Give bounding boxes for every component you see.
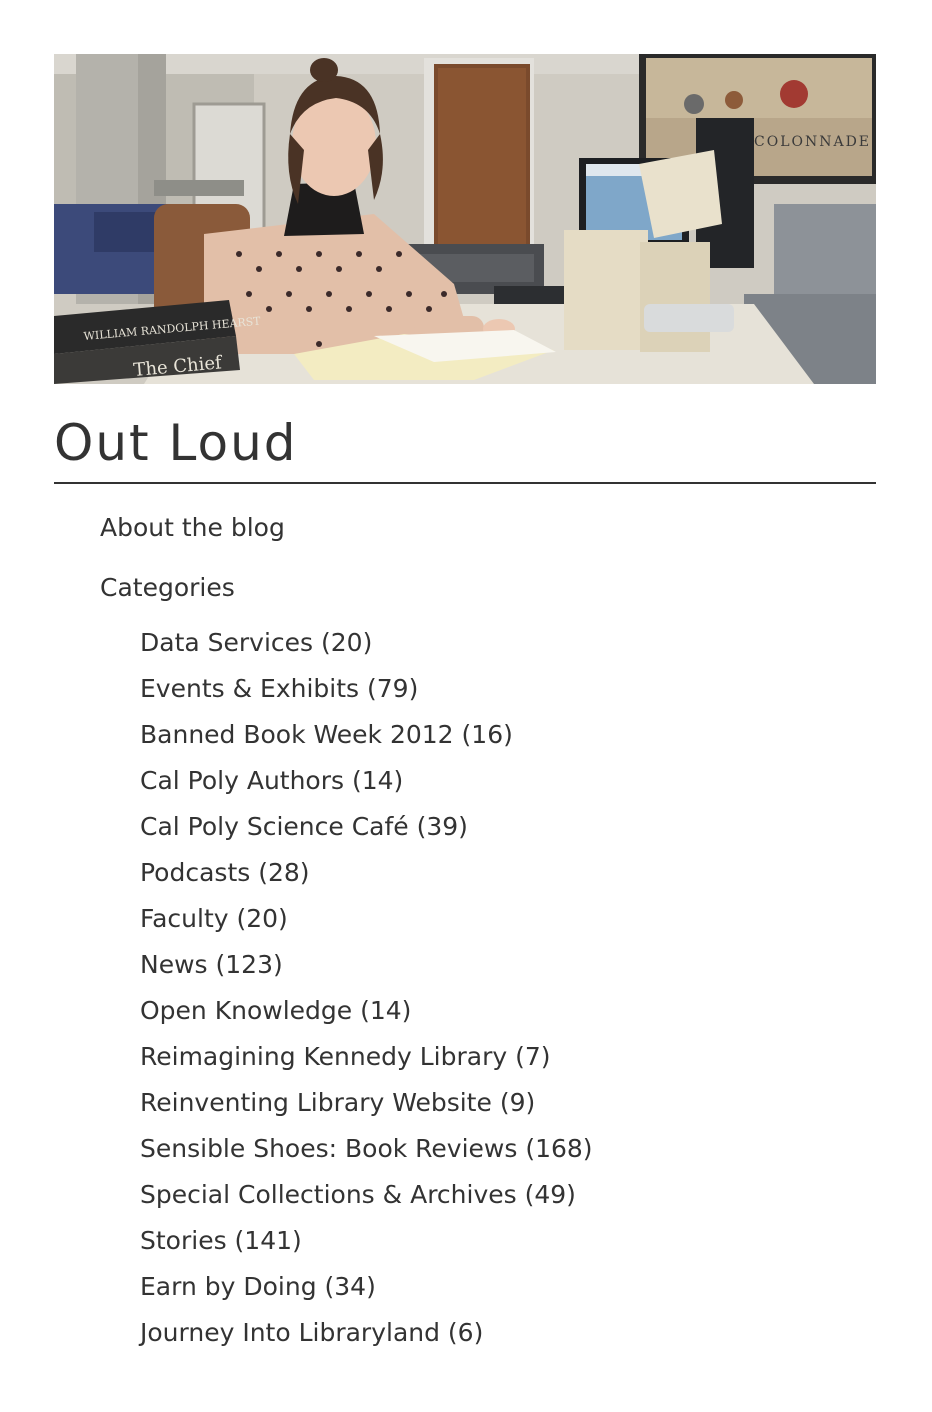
poster-lettering: COLONNADE — [754, 134, 871, 150]
category-item: Banned Book Week 2012 (16) — [140, 712, 876, 758]
category-link-data-services[interactable]: Data Services (20) — [140, 628, 372, 657]
category-item: Podcasts (28) — [140, 850, 876, 896]
category-link-science-cafe[interactable]: Cal Poly Science Café (39) — [140, 812, 468, 841]
about-blog-link[interactable]: About the blog — [100, 506, 876, 550]
category-item: Journey Into Libraryland (6) — [140, 1310, 876, 1356]
category-link-cal-poly-authors[interactable]: Cal Poly Authors (14) — [140, 766, 403, 795]
category-link-events-exhibits[interactable]: Events & Exhibits (79) — [140, 674, 418, 703]
category-link-open-knowledge[interactable]: Open Knowledge (14) — [140, 996, 411, 1025]
category-link-banned-book-week[interactable]: Banned Book Week 2012 (16) — [140, 720, 513, 749]
category-link-earn-by-doing[interactable]: Earn by Doing (34) — [140, 1272, 376, 1301]
category-link-podcasts[interactable]: Podcasts (28) — [140, 858, 310, 887]
category-item: Faculty (20) — [140, 896, 876, 942]
category-item: News (123) — [140, 942, 876, 988]
blog-title: Out Loud — [54, 414, 298, 472]
category-list: Data Services (20) Events & Exhibits (79… — [140, 620, 876, 1356]
category-link-stories[interactable]: Stories (141) — [140, 1226, 302, 1255]
banner-illustration: COLONNADE WILLIAM RANDOLPH HEARST The Ch… — [54, 54, 876, 384]
category-link-journey-libraryland[interactable]: Journey Into Libraryland (6) — [140, 1318, 483, 1347]
title-divider — [54, 482, 876, 484]
category-item: Reimagining Kennedy Library (7) — [140, 1034, 876, 1080]
category-item: Special Collections & Archives (49) — [140, 1172, 876, 1218]
category-item: Reinventing Library Website (9) — [140, 1080, 876, 1126]
category-item: Stories (141) — [140, 1218, 876, 1264]
category-item: Earn by Doing (34) — [140, 1264, 876, 1310]
category-item: Cal Poly Authors (14) — [140, 758, 876, 804]
blog-navigation: About the blog Categories Data Services … — [100, 506, 876, 1356]
banner-photo: COLONNADE WILLIAM RANDOLPH HEARST The Ch… — [54, 54, 876, 384]
category-item: Open Knowledge (14) — [140, 988, 876, 1034]
category-link-faculty[interactable]: Faculty (20) — [140, 904, 288, 933]
category-item: Data Services (20) — [140, 620, 876, 666]
categories-heading: Categories — [100, 573, 235, 602]
category-item: Sensible Shoes: Book Reviews (168) — [140, 1126, 876, 1172]
category-item: Events & Exhibits (79) — [140, 666, 876, 712]
category-link-reimagining-library[interactable]: Reimagining Kennedy Library (7) — [140, 1042, 551, 1071]
category-link-sensible-shoes[interactable]: Sensible Shoes: Book Reviews (168) — [140, 1134, 593, 1163]
category-item: Cal Poly Science Café (39) — [140, 804, 876, 850]
category-link-special-collections[interactable]: Special Collections & Archives (49) — [140, 1180, 576, 1209]
category-link-news[interactable]: News (123) — [140, 950, 283, 979]
category-link-reinventing-website[interactable]: Reinventing Library Website (9) — [140, 1088, 535, 1117]
